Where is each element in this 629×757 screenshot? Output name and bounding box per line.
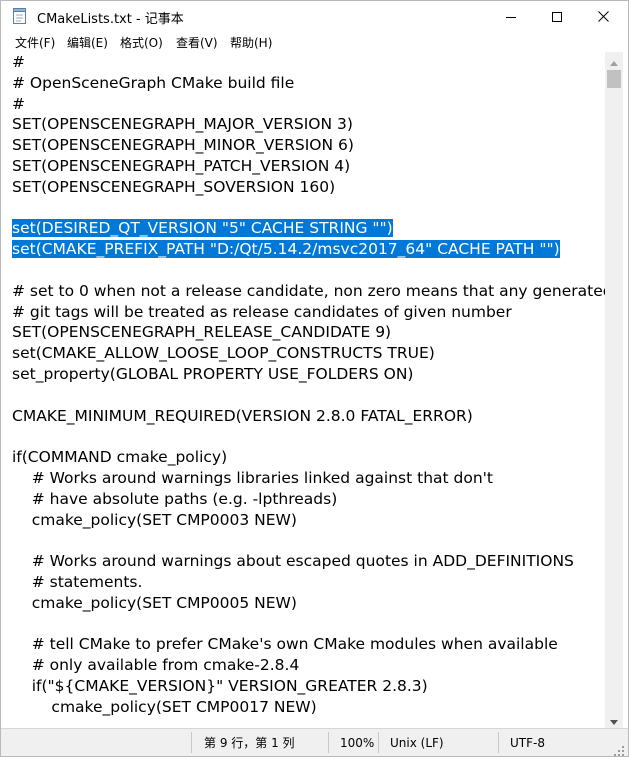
editor-line: if("${CMAKE_VERSION}" VERSION_GREATER 2.… bbox=[12, 676, 428, 697]
editor-line: set(CMAKE_ALLOW_LOOSE_LOOP_CONSTRUCTS TR… bbox=[12, 343, 435, 364]
vertical-scrollbar[interactable] bbox=[605, 52, 623, 728]
editor-line: cmake_policy(SET CMP0003 NEW) bbox=[12, 510, 297, 531]
line-text: # only available from cmake-2.8.4 bbox=[12, 656, 300, 675]
line-text: if("${CMAKE_VERSION}" VERSION_GREATER 2.… bbox=[12, 677, 428, 695]
editor-line: # only available from cmake-2.8.4 bbox=[12, 655, 300, 676]
editor-line: # Works around warnings about escaped qu… bbox=[12, 551, 574, 572]
line-text: # bbox=[12, 53, 25, 71]
status-divider bbox=[328, 732, 329, 753]
editor-line: set_property(GLOBAL PROPERTY USE_FOLDERS… bbox=[12, 364, 413, 385]
status-cursor-position: 第 9 行，第 1 列 bbox=[204, 736, 295, 750]
maximize-button[interactable] bbox=[534, 1, 580, 32]
line-text: # tell CMake to prefer CMake's own CMake… bbox=[12, 635, 558, 654]
status-divider bbox=[498, 732, 499, 753]
chevron-up-icon bbox=[610, 51, 618, 70]
menu-help[interactable]: 帮助(H) bbox=[230, 34, 272, 51]
line-text: SET(OPENSCENEGRAPH_RELEASE_CANDIDATE 9) bbox=[12, 323, 392, 342]
status-divider bbox=[191, 732, 192, 753]
menu-view[interactable]: 查看(V) bbox=[176, 34, 218, 51]
editor-line: SET(OPENSCENEGRAPH_MAJOR_VERSION 3) bbox=[12, 114, 353, 135]
line-text: CMAKE_MINIMUM_REQUIRED(VERSION 2.8.0 FAT… bbox=[12, 406, 473, 425]
editor-line: set(CMAKE_PREFIX_PATH "D:/Qt/5.14.2/msvc… bbox=[12, 239, 560, 260]
line-text: # git tags will be treated as release ca… bbox=[12, 302, 512, 321]
resize-grip-icon[interactable] bbox=[614, 742, 625, 756]
line-text: if(COMMAND cmake_policy) bbox=[12, 448, 228, 467]
status-line-ending: Unix (LF) bbox=[390, 735, 444, 750]
menu-bar: 文件(F) 编辑(E) 格式(O) 查看(V) 帮助(H) bbox=[1, 32, 628, 52]
editor-line: SET(OPENSCENEGRAPH_MINOR_VERSION 6) bbox=[12, 135, 354, 156]
line-text: # OpenSceneGraph CMake build file bbox=[12, 73, 295, 92]
line-text: set_property(GLOBAL PROPERTY USE_FOLDERS… bbox=[12, 365, 414, 383]
editor-line: cmake_policy(SET CMP0005 NEW) bbox=[12, 593, 297, 614]
line-text: # set to 0 when not a release candidate,… bbox=[12, 281, 605, 300]
editor-line: SET(OPENSCENEGRAPH_SOVERSION 160) bbox=[12, 177, 335, 198]
selected-text: set(DESIRED_QT_VERSION "5" CACHE STRING … bbox=[12, 219, 393, 238]
minimize-icon bbox=[506, 7, 516, 26]
editor-line: CMAKE_MINIMUM_REQUIRED(VERSION 2.8.0 FAT… bbox=[12, 406, 473, 427]
scroll-up-button[interactable] bbox=[605, 52, 623, 69]
maximize-icon bbox=[552, 7, 562, 26]
status-divider bbox=[378, 732, 379, 753]
editor-line: # OpenSceneGraph CMake build file bbox=[12, 73, 294, 94]
line-text: SET(OPENSCENEGRAPH_PATCH_VERSION 4) bbox=[12, 157, 351, 175]
line-text: cmake_policy(SET CMP0005 NEW) bbox=[12, 593, 297, 612]
editor-line: # bbox=[12, 94, 25, 115]
menu-format[interactable]: 格式(O) bbox=[120, 34, 163, 51]
selected-text: set(CMAKE_PREFIX_PATH "D:/Qt/5.14.2/msvc… bbox=[12, 240, 560, 259]
close-button[interactable] bbox=[580, 1, 626, 32]
line-text: # bbox=[12, 94, 25, 113]
scroll-down-button[interactable] bbox=[605, 711, 623, 728]
line-text: SET(OPENSCENEGRAPH_MINOR_VERSION 6) bbox=[12, 136, 354, 155]
scrollbar-thumb[interactable] bbox=[607, 70, 621, 88]
editor-line: cmake_policy(SET CMP0017 NEW) bbox=[12, 697, 317, 718]
editor-line: # statements. bbox=[12, 572, 143, 593]
line-text: # Works around warnings libraries linked… bbox=[12, 469, 494, 487]
line-text: set(CMAKE_ALLOW_LOOSE_LOOP_CONSTRUCTS TR… bbox=[12, 344, 435, 363]
line-text: # statements. bbox=[12, 573, 143, 591]
title-bar[interactable]: CMakeLists.txt - 记事本 bbox=[1, 1, 628, 32]
editor-line: SET(OPENSCENEGRAPH_RELEASE_CANDIDATE 9) bbox=[12, 322, 391, 343]
close-icon bbox=[597, 7, 609, 26]
notepad-icon bbox=[13, 8, 27, 24]
status-bar: 第 9 行，第 1 列 100% Unix (LF) UTF-8 bbox=[1, 728, 628, 756]
editor-line: if(COMMAND cmake_policy) bbox=[12, 447, 227, 468]
line-text: cmake_policy(SET CMP0017 NEW) bbox=[12, 697, 317, 716]
line-text: SET(OPENSCENEGRAPH_MAJOR_VERSION 3) bbox=[12, 115, 353, 134]
menu-edit[interactable]: 编辑(E) bbox=[67, 34, 108, 51]
editor-line: # bbox=[12, 52, 25, 73]
editor-line: # git tags will be treated as release ca… bbox=[12, 302, 512, 323]
editor-line: # set to 0 when not a release candidate,… bbox=[12, 281, 605, 302]
text-editor[interactable]: # # OpenSceneGraph CMake build file # SET(O… bbox=[9, 52, 605, 728]
chevron-down-icon bbox=[610, 710, 618, 729]
status-encoding: UTF-8 bbox=[510, 735, 545, 750]
editor-line: # Works around warnings libraries linked… bbox=[12, 468, 493, 489]
editor-line: # tell CMake to prefer CMake's own CMake… bbox=[12, 634, 558, 655]
window-title: CMakeLists.txt - 记事本 bbox=[37, 12, 184, 27]
minimize-button[interactable] bbox=[488, 1, 534, 32]
line-text: # have absolute paths (e.g. -lpthreads) bbox=[12, 489, 338, 508]
line-text: cmake_policy(SET CMP0003 NEW) bbox=[12, 510, 297, 529]
status-zoom: 100% bbox=[340, 735, 375, 750]
editor-line: set(DESIRED_QT_VERSION "5" CACHE STRING … bbox=[12, 218, 393, 239]
line-text: SET(OPENSCENEGRAPH_SOVERSION 160) bbox=[12, 177, 336, 196]
line-text: # Works around warnings about escaped qu… bbox=[12, 552, 574, 571]
editor-line: # have absolute paths (e.g. -lpthreads) bbox=[12, 489, 338, 510]
menu-file[interactable]: 文件(F) bbox=[15, 34, 55, 51]
notepad-window: CMakeLists.txt - 记事本 文件(F) 编辑(E) 格式(O) 查… bbox=[0, 0, 629, 757]
editor-line: SET(OPENSCENEGRAPH_PATCH_VERSION 4) bbox=[12, 156, 350, 177]
